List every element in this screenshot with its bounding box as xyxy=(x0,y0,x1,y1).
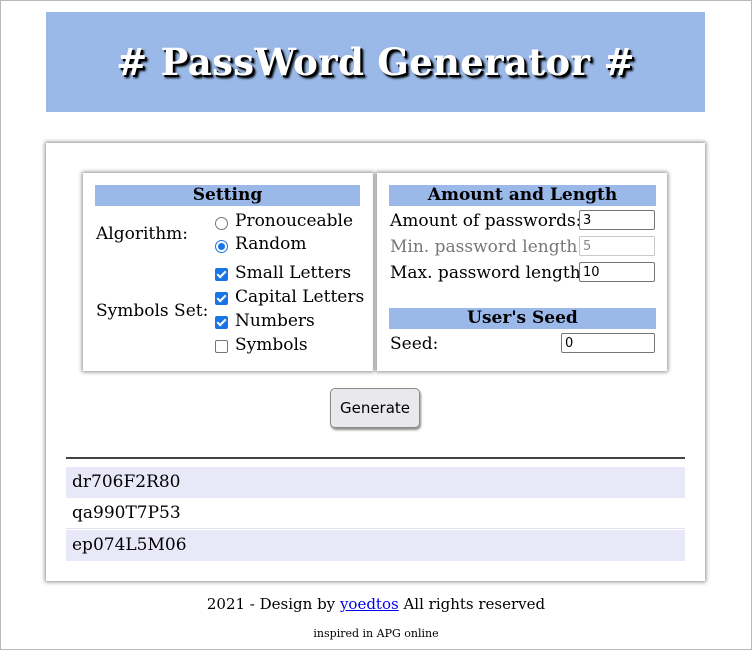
radio-pronounceable-label[interactable]: Pronouceable xyxy=(235,211,353,231)
max-length-label: Max. password length: xyxy=(390,263,587,283)
footer-suffix: All rights reserved xyxy=(403,595,546,613)
amount-length-heading: Amount and Length xyxy=(389,185,656,206)
checkbox-numbers[interactable] xyxy=(215,316,228,329)
checkbox-capital-letters-label[interactable]: Capital Letters xyxy=(235,287,364,307)
min-length-input[interactable]: 5 xyxy=(579,236,655,256)
radio-random[interactable] xyxy=(215,240,228,253)
max-length-input[interactable]: 10 xyxy=(579,262,655,282)
page-title: # PassWord Generator # xyxy=(116,40,635,84)
min-length-label: Min. password length: xyxy=(390,237,584,257)
checkbox-symbols-label[interactable]: Symbols xyxy=(235,335,308,355)
generate-button[interactable]: Generate xyxy=(330,388,420,428)
checkbox-symbols[interactable] xyxy=(215,340,228,353)
seed-heading: User's Seed xyxy=(389,308,656,329)
symbols-set-label: Symbols Set: xyxy=(96,301,209,321)
checkbox-small-letters-label[interactable]: Small Letters xyxy=(235,263,351,283)
result-row: ep074L5M06 xyxy=(66,530,685,561)
amount-length-panel: Amount and Length Amount of passwords: 3… xyxy=(377,173,667,371)
checkbox-numbers-label[interactable]: Numbers xyxy=(235,311,315,331)
radio-pronounceable[interactable] xyxy=(215,217,228,230)
footer-prefix: 2021 - Design by xyxy=(206,595,336,613)
page-header: # PassWord Generator # xyxy=(46,12,705,112)
footer: 2021 - Design by yoedtos All rights rese… xyxy=(0,594,752,614)
amount-label: Amount of passwords: xyxy=(390,211,582,231)
radio-random-label[interactable]: Random xyxy=(235,234,307,254)
results-divider xyxy=(66,457,685,459)
generator-card: Setting Algorithm: Pronouceable Random S… xyxy=(46,143,705,581)
result-row: dr706F2R80 xyxy=(66,467,685,498)
footer-credit: inspired in APG online xyxy=(313,627,439,640)
seed-label: Seed: xyxy=(390,334,439,354)
author-link[interactable]: yoedtos xyxy=(340,595,399,613)
checkbox-capital-letters[interactable] xyxy=(215,292,228,305)
result-row: qa990T7P53 xyxy=(66,498,685,529)
seed-input[interactable]: 0 xyxy=(561,333,655,353)
amount-input[interactable]: 3 xyxy=(579,210,655,230)
settings-panel: Setting Algorithm: Pronouceable Random S… xyxy=(83,173,373,371)
checkbox-small-letters[interactable] xyxy=(215,268,228,281)
algorithm-label: Algorithm: xyxy=(96,224,189,244)
settings-heading: Setting xyxy=(95,185,360,206)
